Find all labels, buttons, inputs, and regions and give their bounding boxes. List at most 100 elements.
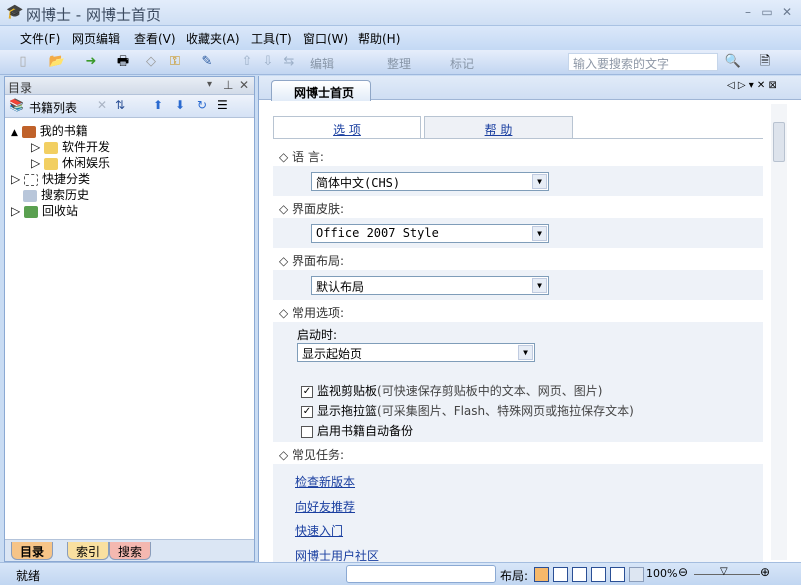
menu-favorites[interactable]: 收藏夹(A) xyxy=(183,30,243,47)
new-icon[interactable]: ▯ xyxy=(14,54,32,70)
search-icon[interactable]: 🔍 xyxy=(724,54,742,70)
properties-icon[interactable]: ☰ xyxy=(217,98,228,112)
books-icon: 📚 xyxy=(9,98,24,112)
layout-select[interactable]: 默认布局▼ xyxy=(311,276,549,295)
skin-label: ◇ 界面皮肤: xyxy=(279,200,344,217)
down-icon[interactable]: ⇩ xyxy=(259,54,277,70)
pane-tabs: 目录 索引 搜索 xyxy=(5,539,254,561)
left-pane: 目录 ▾ ⊥ ✕ 📚 书籍列表 ✕ ⇅ ⬆ ⬇ ↻ ☰ ▲ 我的书籍 ▷ 软件开… xyxy=(4,76,255,562)
tree-item-leisure[interactable]: ▷ 休闲娱乐 xyxy=(31,154,110,171)
skin-select[interactable]: Office 2007 Style▼ xyxy=(311,224,549,243)
window-title: 网博士 - 网博士首页 xyxy=(26,4,161,25)
quick-start-link[interactable]: 快速入门 xyxy=(295,522,343,539)
document-pane: 网博士首页 ◁ ▷ ▾ ✕ ⊠ 选 项 帮 助 ◇ 语 言: 简体中文(CHS)… xyxy=(258,76,801,562)
language-select[interactable]: 简体中文(CHS)▼ xyxy=(311,172,549,191)
layout-label: 布局: xyxy=(500,567,528,584)
menu-view[interactable]: 查看(V) xyxy=(131,30,179,47)
common-options-label: ◇ 常用选项: xyxy=(279,304,344,321)
status-bar: 就绪 布局: 100% ⊖ ▽ ⊕ xyxy=(0,562,801,585)
book-list-button[interactable]: 书籍列表 xyxy=(29,99,77,116)
layout-4-button[interactable] xyxy=(591,567,606,582)
menu-file[interactable]: 文件(F) xyxy=(17,30,63,47)
print-icon[interactable]: 🖶 xyxy=(114,54,132,70)
startup-select[interactable]: 显示起始页▼ xyxy=(297,343,535,362)
pane-header: 目录 ▾ ⊥ ✕ xyxy=(5,77,254,95)
layout-3-button[interactable] xyxy=(572,567,587,582)
pane-toolbar: 📚 书籍列表 ✕ ⇅ ⬆ ⬇ ↻ ☰ xyxy=(5,95,254,118)
pane-close-icon[interactable]: ✕ xyxy=(239,78,249,92)
bookshelf-icon xyxy=(22,126,36,138)
move-down-icon[interactable]: ⬇ xyxy=(175,98,185,112)
auto-backup-checkbox[interactable]: 启用书籍自动备份 xyxy=(301,422,413,439)
tasks-label: ◇ 常见任务: xyxy=(279,446,344,463)
startup-label: 启动时: xyxy=(297,326,337,343)
layout-2-button[interactable] xyxy=(553,567,568,582)
tab-options[interactable]: 选 项 xyxy=(273,116,421,139)
up-icon[interactable]: ⇧ xyxy=(238,54,256,70)
menu-help[interactable]: 帮助(H) xyxy=(355,30,403,47)
drag-basket-checkbox[interactable]: ✓显示拖拉篮(可采集图片、Flash、特殊网页或拖拉保存文本) xyxy=(301,402,634,419)
zoom-out-icon[interactable]: ⊖ xyxy=(678,565,688,579)
pin-icon[interactable]: ⊥ xyxy=(223,78,233,92)
swap-icon[interactable]: ⇆ xyxy=(280,54,298,70)
find-doc-icon[interactable]: 🗎 xyxy=(756,54,774,70)
key-icon[interactable]: ⚿ xyxy=(166,54,184,70)
tab-index[interactable]: 索引 xyxy=(67,542,109,560)
document-tabs: 网博士首页 ◁ ▷ ▾ ✕ ⊠ xyxy=(259,76,801,100)
folder-icon xyxy=(44,142,58,154)
scrollbar-thumb[interactable] xyxy=(773,122,785,162)
menu-window[interactable]: 窗口(W) xyxy=(300,30,351,47)
import-icon[interactable]: ➜ xyxy=(82,54,100,70)
mark-button[interactable]: 标记 xyxy=(450,55,474,72)
layout-1-button[interactable] xyxy=(534,567,549,582)
vertical-scrollbar[interactable] xyxy=(771,104,787,560)
pane-menu-icon[interactable]: ▾ xyxy=(207,79,212,90)
minimize-button[interactable]: – xyxy=(740,5,756,19)
menu-bar: 文件(F) 网页编辑 查看(V) 收藏夹(A) 工具(T) 窗口(W) 帮助(H… xyxy=(0,26,801,50)
pane-title: 目录 xyxy=(8,79,32,96)
history-icon xyxy=(23,190,37,202)
layout-5-button[interactable] xyxy=(610,567,625,582)
status-input[interactable] xyxy=(346,565,496,583)
organize-button[interactable]: 整理 xyxy=(387,55,411,72)
folder-icon xyxy=(44,158,58,170)
zoom-in-icon[interactable]: ⊕ xyxy=(760,565,770,579)
title-bar: 🎓 网博士 - 网博士首页 – ▭ ✕ xyxy=(0,0,801,26)
status-text: 就绪 xyxy=(16,567,40,584)
maximize-button[interactable]: ▭ xyxy=(759,5,775,19)
layout-label: ◇ 界面布局: xyxy=(279,252,344,269)
move-up-icon[interactable]: ⬆ xyxy=(153,98,163,112)
tab-catalog[interactable]: 目录 xyxy=(11,542,53,560)
edit-page-icon[interactable]: ✎ xyxy=(198,54,216,70)
toolbar: ▯ 📂 ➜ 🖶 ◇ ⚿ ✎ ⇧ ⇩ ⇆ 编辑 整理 标记 输入要搜索的文字 🔍 … xyxy=(0,50,801,75)
recommend-link[interactable]: 向好友推荐 xyxy=(295,498,355,515)
open-icon[interactable]: 📂 xyxy=(48,54,66,70)
tree-item-my-books[interactable]: ▲ 我的书籍 xyxy=(11,122,88,139)
tab-search[interactable]: 搜索 xyxy=(109,542,151,560)
tree-item-software[interactable]: ▷ 软件开发 xyxy=(31,138,110,155)
tree-item-search-history[interactable]: 搜索历史 xyxy=(23,186,89,203)
tab-prev-icon[interactable]: ◁ ▷ ▾ ✕ ⊠ xyxy=(727,80,777,91)
tree-item-recycle-bin[interactable]: ▷ 回收站 xyxy=(11,202,78,219)
search-input[interactable]: 输入要搜索的文字 xyxy=(568,53,718,71)
category-icon xyxy=(24,174,38,186)
recycle-icon xyxy=(24,206,38,218)
tree-item-quick-category[interactable]: ▷ 快捷分类 xyxy=(11,170,90,187)
menu-web-edit[interactable]: 网页编辑 xyxy=(69,30,123,47)
edit-button[interactable]: 编辑 xyxy=(310,55,334,72)
zoom-level: 100% xyxy=(646,567,677,580)
layout-6-button[interactable] xyxy=(629,567,644,582)
tab-home[interactable]: 网博士首页 xyxy=(271,80,371,101)
refresh-icon[interactable]: ↻ xyxy=(197,98,207,112)
delete-icon[interactable]: ✕ xyxy=(97,98,107,112)
sort-icon[interactable]: ⇅ xyxy=(115,98,125,112)
clipboard-checkbox[interactable]: ✓监视剪贴板(可快速保存剪贴板中的文本、网页、图片) xyxy=(301,382,602,399)
close-button[interactable]: ✕ xyxy=(779,5,795,19)
app-logo-icon: 🎓 xyxy=(6,4,23,20)
tab-help[interactable]: 帮 助 xyxy=(424,116,573,139)
language-label: ◇ 语 言: xyxy=(279,148,324,165)
zoom-thumb[interactable]: ▽ xyxy=(720,566,728,577)
menu-tools[interactable]: 工具(T) xyxy=(248,30,295,47)
tag-icon[interactable]: ◇ xyxy=(142,54,160,70)
check-update-link[interactable]: 检查新版本 xyxy=(295,473,355,490)
